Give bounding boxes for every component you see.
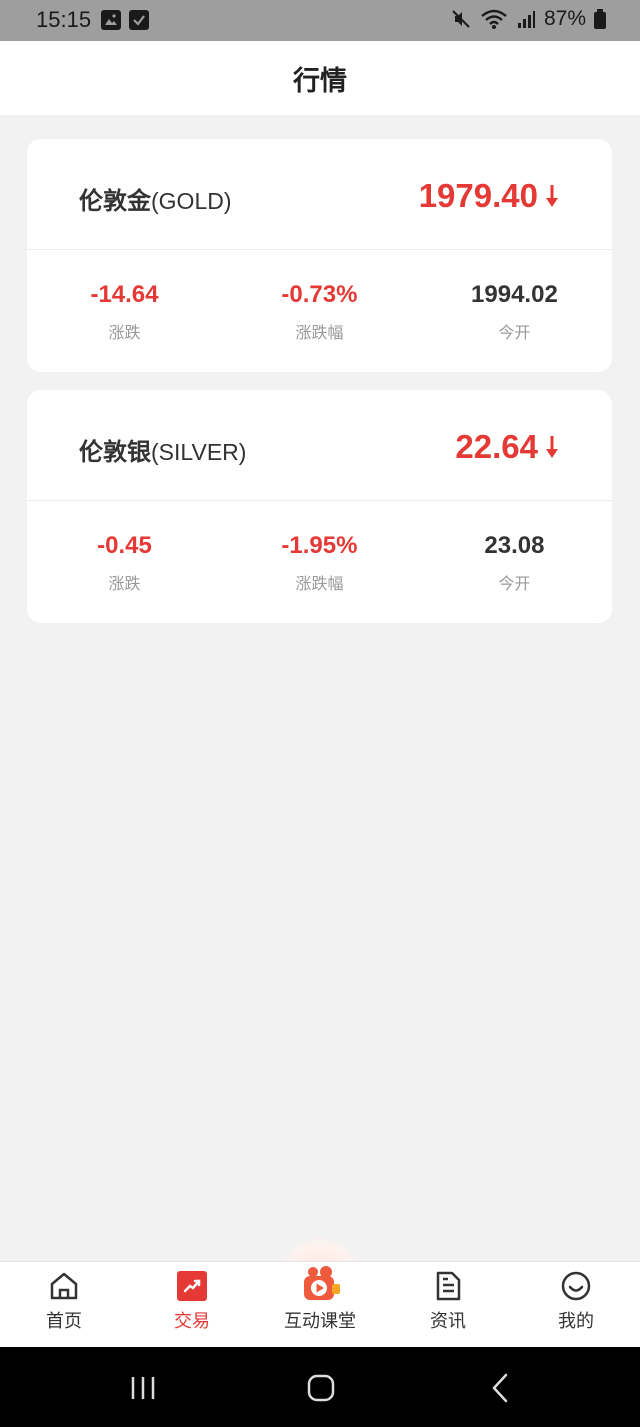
nav-item-news[interactable]: 资讯 bbox=[384, 1262, 512, 1348]
stats-row: -0.45 涨跌 -1.95% 涨跌幅 23.08 今开 bbox=[27, 501, 612, 623]
arrow-down-icon bbox=[546, 185, 558, 207]
video-class-icon bbox=[304, 1266, 340, 1300]
quote-card-silver[interactable]: 伦敦银(SILVER) 22.64 -0.45 涨跌 -1.95% 涨跌幅 23… bbox=[27, 390, 612, 623]
smiley-icon bbox=[561, 1271, 591, 1301]
price-display: 1979.40 bbox=[419, 177, 560, 215]
status-time: 15:15 bbox=[36, 7, 92, 32]
nav-item-trade[interactable]: 交易 bbox=[128, 1262, 256, 1348]
stats-row: -14.64 涨跌 -0.73% 涨跌幅 1994.02 今开 bbox=[27, 250, 612, 372]
signal-icon bbox=[517, 11, 535, 28]
gallery-icon bbox=[101, 10, 121, 30]
battery-percent: 87% bbox=[543, 7, 586, 30]
back-icon[interactable] bbox=[482, 1371, 522, 1405]
stat-change: -0.45 涨跌 bbox=[97, 532, 152, 593]
nav-item-mine[interactable]: 我的 bbox=[512, 1262, 640, 1348]
home-button-icon[interactable] bbox=[301, 1371, 341, 1405]
document-icon bbox=[436, 1271, 461, 1301]
instrument-name: 伦敦金(GOLD) bbox=[79, 187, 232, 215]
quote-card-gold[interactable]: 伦敦金(GOLD) 1979.40 -14.64 涨跌 -0.73% 涨跌幅 1… bbox=[27, 139, 612, 372]
wifi-icon bbox=[481, 9, 507, 29]
current-price: 1979.40 bbox=[418, 177, 538, 214]
price-display: 22.64 bbox=[455, 428, 560, 466]
stat-change: -14.64 涨跌 bbox=[90, 281, 159, 342]
trade-icon bbox=[177, 1271, 207, 1301]
stat-change-pct: -1.95% 涨跌幅 bbox=[281, 532, 358, 593]
nav-item-home[interactable]: 首页 bbox=[0, 1262, 128, 1348]
current-price: 22.64 bbox=[455, 428, 538, 465]
page-title: 行情 bbox=[293, 65, 347, 97]
app-header: 行情 bbox=[0, 41, 640, 115]
status-bar: 15:15 87% bbox=[0, 0, 640, 41]
bottom-nav: 首页 交易 互动课堂 资讯 我的 bbox=[0, 1261, 640, 1347]
home-icon bbox=[50, 1272, 78, 1300]
instrument-name: 伦敦银(SILVER) bbox=[79, 438, 247, 466]
system-nav-bar bbox=[0, 1347, 640, 1427]
battery-icon bbox=[594, 9, 606, 29]
stat-open: 23.08 今开 bbox=[484, 532, 545, 593]
recent-apps-icon[interactable] bbox=[124, 1371, 164, 1405]
arrow-down-icon bbox=[546, 436, 558, 458]
stat-change-pct: -0.73% 涨跌幅 bbox=[281, 281, 358, 342]
checkbox-icon bbox=[129, 10, 149, 30]
nav-item-class[interactable]: 互动课堂 bbox=[256, 1262, 384, 1348]
mute-icon bbox=[452, 10, 470, 28]
stat-open: 1994.02 今开 bbox=[471, 281, 558, 342]
